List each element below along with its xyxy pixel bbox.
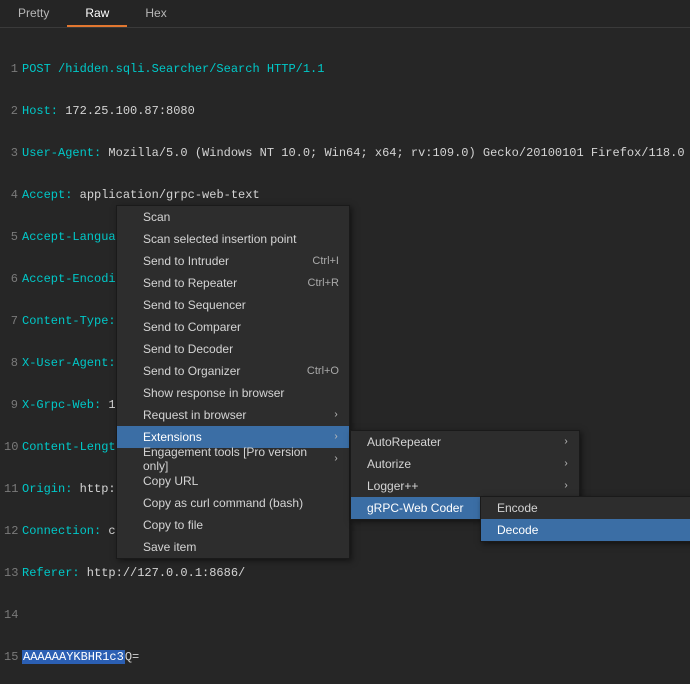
chevron-right-icon: › (333, 432, 339, 443)
line-number: 9 (4, 398, 20, 412)
header-name: Origin: (22, 482, 72, 496)
menu-send-decoder[interactable]: Send to Decoder (117, 338, 349, 360)
header-name: User-Agent: (22, 146, 101, 160)
shortcut-label: Ctrl+O (307, 365, 339, 377)
menu-engagement-tools[interactable]: Engagement tools [Pro version only]› (117, 448, 349, 470)
chevron-right-icon: › (333, 410, 339, 421)
header-value: 172.25.100.87:8080 (58, 104, 195, 118)
line-number: 11 (4, 482, 20, 496)
line-number: 14 (4, 608, 20, 622)
line-number: 2 (4, 104, 20, 118)
line-number: 13 (4, 566, 20, 580)
menu-scan-selected[interactable]: Scan selected insertion point (117, 228, 349, 250)
header-name: Content-Length: (22, 440, 130, 454)
menu-ext-autorize[interactable]: Autorize› (351, 453, 579, 475)
blank-line (20, 608, 22, 622)
menu-ext-logger[interactable]: Logger++› (351, 475, 579, 497)
tab-hex[interactable]: Hex (127, 0, 184, 27)
header-value: Mozilla/5.0 (Windows NT 10.0; Win64; x64… (101, 146, 684, 160)
body-text: Q= (125, 650, 139, 664)
menu-request-in-browser[interactable]: Request in browser› (117, 404, 349, 426)
menu-send-intruder[interactable]: Send to IntruderCtrl+I (117, 250, 349, 272)
tab-raw[interactable]: Raw (67, 0, 127, 27)
grpc-coder-submenu: Encode Decode (480, 496, 690, 542)
line-number: 7 (4, 314, 20, 328)
line-number: 6 (4, 272, 20, 286)
chevron-right-icon: › (563, 437, 569, 448)
line-number: 4 (4, 188, 20, 202)
header-name: Content-Type: (22, 314, 116, 328)
header-name: X-User-Agent: (22, 356, 116, 370)
menu-scan[interactable]: Scan (117, 206, 349, 228)
request-line: POST /hidden.sqli.Searcher/Search HTTP/1… (20, 62, 324, 76)
line-number: 1 (4, 62, 20, 76)
menu-copy-curl[interactable]: Copy as curl command (bash) (117, 492, 349, 514)
header-name: Connection: (22, 524, 101, 538)
menu-show-response-browser[interactable]: Show response in browser (117, 382, 349, 404)
menu-send-repeater[interactable]: Send to RepeaterCtrl+R (117, 272, 349, 294)
menu-grpc-decode[interactable]: Decode (481, 519, 690, 541)
chevron-right-icon: › (333, 454, 339, 465)
chevron-right-icon: › (563, 481, 569, 492)
chevron-right-icon: › (563, 459, 569, 470)
header-name: X-Grpc-Web: (22, 398, 101, 412)
menu-save-item[interactable]: Save item (117, 536, 349, 558)
context-menu: Scan Scan selected insertion point Send … (116, 205, 350, 559)
line-number: 5 (4, 230, 20, 244)
line-number: 10 (4, 440, 20, 454)
menu-send-sequencer[interactable]: Send to Sequencer (117, 294, 349, 316)
view-tabs: Pretty Raw Hex (0, 0, 690, 28)
menu-copy-url[interactable]: Copy URL (117, 470, 349, 492)
line-number: 3 (4, 146, 20, 160)
line-number: 8 (4, 356, 20, 370)
tab-pretty[interactable]: Pretty (0, 0, 67, 27)
menu-send-organizer[interactable]: Send to OrganizerCtrl+O (117, 360, 349, 382)
shortcut-label: Ctrl+R (308, 277, 339, 289)
menu-grpc-encode[interactable]: Encode (481, 497, 690, 519)
menu-send-comparer[interactable]: Send to Comparer (117, 316, 349, 338)
line-number: 12 (4, 524, 20, 538)
selected-body-text[interactable]: AAAAAAYKBHR1c3 (22, 650, 125, 664)
menu-copy-to-file[interactable]: Copy to file (117, 514, 349, 536)
header-value: http://127.0.0.1:8686/ (80, 566, 246, 580)
shortcut-label: Ctrl+I (312, 255, 339, 267)
header-name: Host: (22, 104, 58, 118)
header-name: Referer: (22, 566, 80, 580)
header-name: Accept: (22, 188, 72, 202)
menu-ext-autorepeater[interactable]: AutoRepeater› (351, 431, 579, 453)
header-value: 1 (101, 398, 115, 412)
line-number: 15 (4, 650, 20, 664)
header-value: application/grpc-web-text (72, 188, 259, 202)
